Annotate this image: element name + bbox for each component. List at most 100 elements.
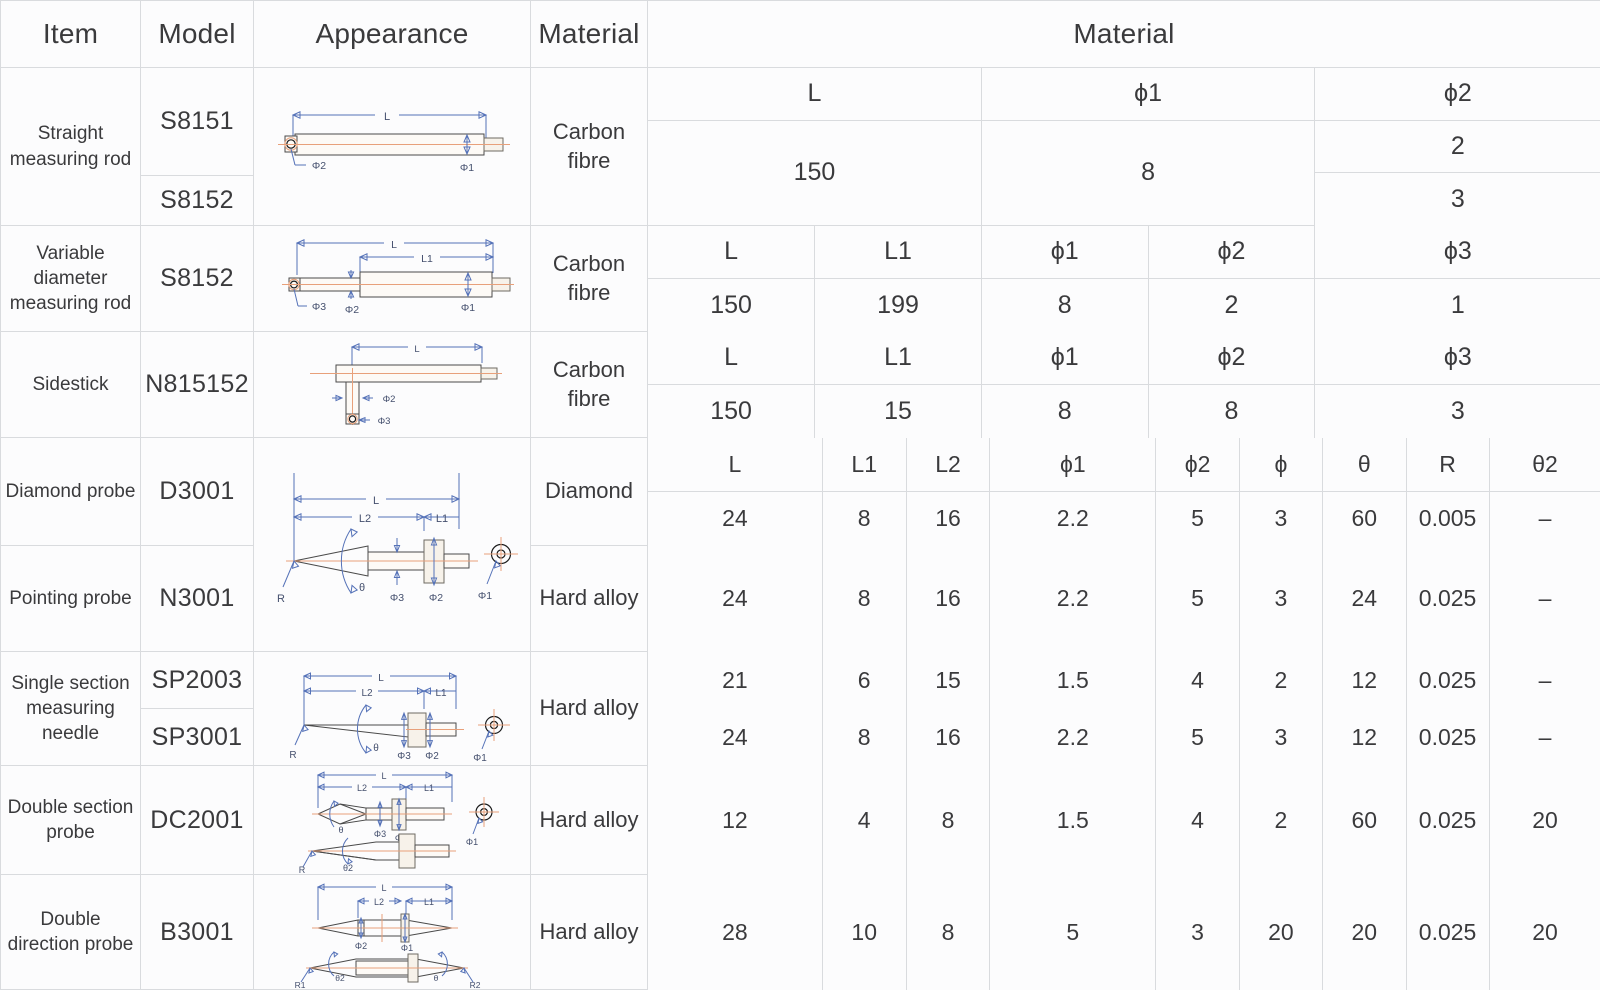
svg-text:θ: θ [359, 582, 365, 594]
dim-value: 20 [1322, 875, 1406, 990]
svg-text:L: L [373, 495, 379, 507]
svg-text:L: L [414, 344, 419, 355]
dim-header: L1 [815, 226, 982, 279]
header-spec: Material [648, 1, 1600, 68]
dim-value: 1 [1315, 279, 1600, 332]
dim-value: 60 [1322, 492, 1406, 546]
dim-value: 3 [1239, 546, 1322, 652]
dim-value: – [1489, 492, 1600, 546]
dim-value: 0.025 [1406, 875, 1489, 990]
dim-value: 16 [906, 492, 990, 546]
svg-text:L1: L1 [424, 783, 434, 793]
svg-text:R: R [299, 865, 306, 874]
svg-text:R: R [289, 750, 296, 761]
dim-value: 24 [1322, 546, 1406, 652]
spec-group: L L1 L2 ϕ1 ϕ2 ϕ θ R θ2 24 8 16 2.2 5 3 [648, 438, 1600, 546]
dim-value: 8 [981, 279, 1148, 332]
svg-text:Φ1: Φ1 [478, 590, 492, 602]
spec-group: 21 6 15 1.5 4 2 12 0.025 – [648, 652, 1600, 709]
header-material: Material [531, 1, 648, 68]
dim-value: 8 [822, 546, 906, 652]
header-model: Model [141, 1, 254, 68]
material-label: Carbon fibre [531, 332, 648, 438]
model-label: B3001 [141, 875, 254, 990]
material-label: Hard alloy [531, 875, 648, 990]
dim-value: 2 [1315, 120, 1600, 173]
item-label: Double section probe [1, 766, 141, 875]
dim-value: 20 [1489, 875, 1600, 990]
svg-text:θ: θ [373, 743, 379, 754]
svg-text:θ2: θ2 [335, 973, 345, 983]
dim-value: 16 [906, 546, 990, 652]
dim-value: 8 [981, 385, 1148, 438]
table-row: Diamond probe D3001 L L2 [1, 438, 1600, 546]
svg-text:L1: L1 [424, 897, 434, 907]
appearance-diagram-double-section-probe: L L2 L1 [254, 766, 531, 875]
svg-text:L2: L2 [359, 513, 371, 525]
item-label: Sidestick [1, 332, 141, 438]
svg-text:θ: θ [434, 973, 439, 983]
svg-text:L: L [381, 883, 386, 893]
specification-table: Item Model Appearance Material Material … [0, 0, 1600, 990]
dim-value: 5 [1156, 492, 1240, 546]
item-label: Straight measuring rod [1, 68, 141, 226]
svg-text:θ: θ [338, 825, 343, 835]
dim-value: 8 [906, 875, 990, 990]
spec-group: L L1 ϕ1 ϕ2 ϕ3 150 15 8 8 3 [648, 332, 1600, 438]
table-header-row: Item Model Appearance Material Material [1, 1, 1600, 68]
dim-header: θ2 [1489, 438, 1600, 492]
dim-value: 15 [906, 652, 990, 709]
svg-text:Φ2: Φ2 [355, 941, 367, 951]
dim-value: 12 [1322, 652, 1406, 709]
table-row: Double direction probe B3001 L L2 [1, 875, 1600, 990]
dim-value: 8 [822, 709, 906, 766]
dim-value: 5 [1156, 709, 1240, 766]
dim-value: 12 [648, 766, 822, 875]
dim-value: 0.025 [1406, 546, 1489, 652]
dim-header: ϕ2 [1148, 332, 1315, 385]
svg-text:L: L [391, 239, 397, 251]
table-row: Variable diameter measuring rod S8152 L … [1, 226, 1600, 332]
dim-value: 2.2 [990, 492, 1156, 546]
dim-value: 24 [648, 546, 822, 652]
svg-text:Φ3: Φ3 [390, 592, 404, 604]
svg-text:Φ3: Φ3 [312, 301, 326, 313]
svg-text:Φ2: Φ2 [383, 394, 396, 405]
material-label: Hard alloy [531, 766, 648, 875]
model-label: SP2003 [141, 652, 254, 709]
dim-value: 3 [1239, 492, 1322, 546]
dim-header: L [648, 332, 815, 385]
dim-value: 20 [1239, 875, 1322, 990]
svg-text:L2: L2 [374, 897, 384, 907]
table-row: SP3001 24 8 16 2.2 5 3 12 0.025 – [1, 709, 1600, 766]
item-label: Pointing probe [1, 546, 141, 652]
svg-text:R1: R1 [295, 980, 306, 988]
dim-value: 3 [1315, 385, 1600, 438]
table-row: Double section probe DC2001 L L2 [1, 766, 1600, 875]
appearance-diagram-pointing-probe: L L2 L1 [254, 438, 531, 652]
dim-header: L1 [822, 438, 906, 492]
dim-header: L1 [815, 332, 982, 385]
header-appearance: Appearance [254, 1, 531, 68]
dim-header: L2 [906, 438, 990, 492]
dim-value: 5 [990, 875, 1156, 990]
dim-value: 4 [822, 766, 906, 875]
table-row: Straight measuring rod S8151 L [1, 68, 1600, 176]
dim-value: 12 [1322, 709, 1406, 766]
dim-value: 3 [1239, 709, 1322, 766]
spec-group: 12 4 8 1.5 4 2 60 0.025 20 [648, 766, 1600, 875]
dim-value: – [1489, 652, 1600, 709]
svg-text:Φ2: Φ2 [429, 592, 443, 604]
svg-text:Φ1: Φ1 [466, 837, 478, 847]
dim-value: 20 [1489, 766, 1600, 875]
material-label: Carbon fibre [531, 226, 648, 332]
dim-value: 8 [1148, 385, 1315, 438]
dim-value: 6 [822, 652, 906, 709]
dim-value: 0.025 [1406, 766, 1489, 875]
svg-text:θ2: θ2 [343, 863, 353, 873]
svg-text:L1: L1 [435, 688, 447, 699]
spec-group: 28 10 8 5 3 20 20 0.025 20 [648, 875, 1600, 990]
dim-value: 2.2 [990, 709, 1156, 766]
svg-text:Φ1: Φ1 [473, 753, 487, 764]
dim-value: 4 [1156, 652, 1240, 709]
